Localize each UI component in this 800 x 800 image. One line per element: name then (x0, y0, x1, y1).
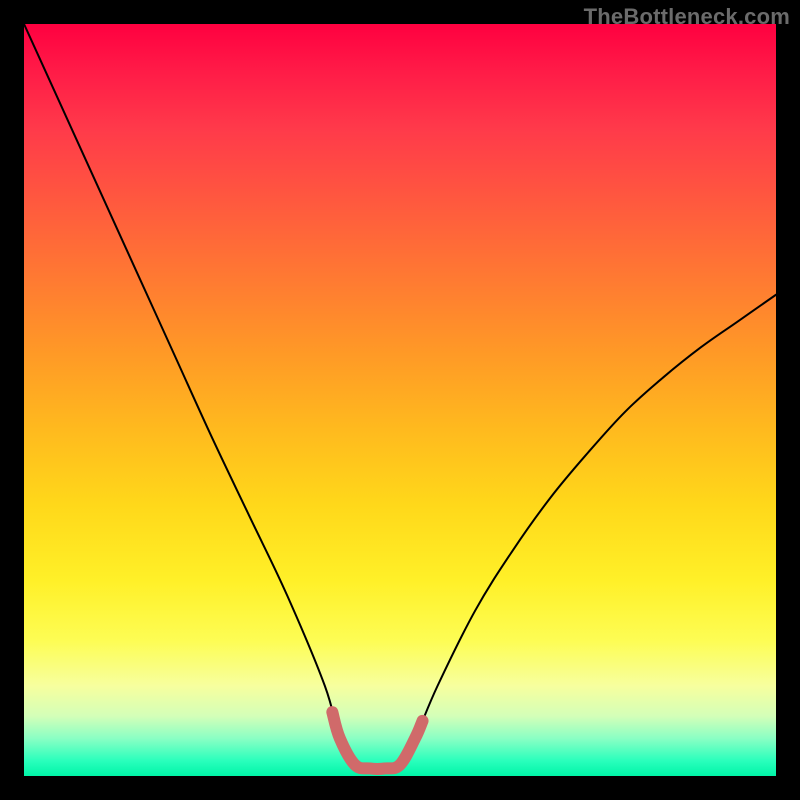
chart-frame: TheBottleneck.com (0, 0, 800, 800)
highlight-band-line (332, 712, 422, 769)
chart-svg (24, 24, 776, 776)
plot-area (24, 24, 776, 776)
watermark-text: TheBottleneck.com (584, 4, 790, 30)
bottleneck-curve-line (24, 24, 776, 769)
